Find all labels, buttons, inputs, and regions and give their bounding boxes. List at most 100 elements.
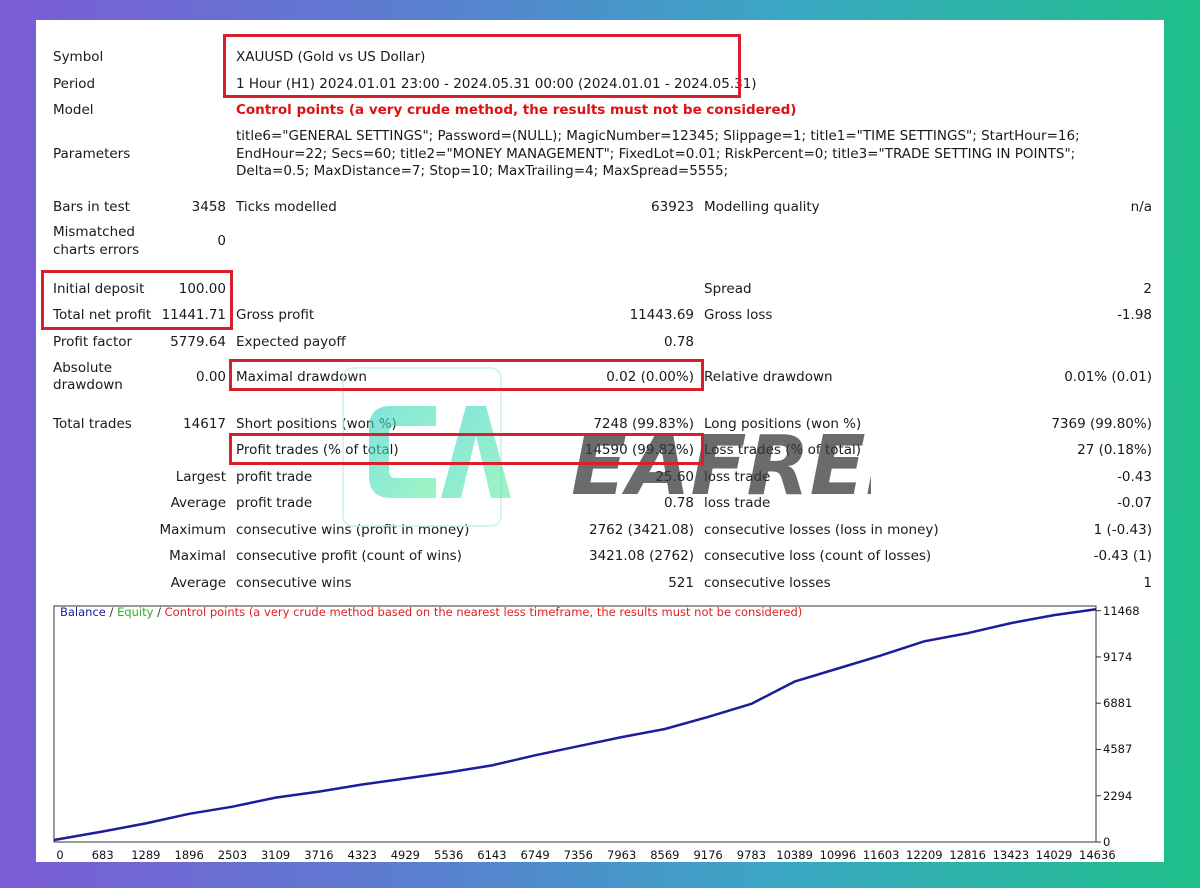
average-consec-wins-value: 521	[668, 575, 694, 591]
maximum-losses-label: consecutive losses (loss in money)	[704, 522, 939, 538]
x-tick-label-21: 12816	[949, 848, 986, 862]
x-tick-label-0: 0	[56, 848, 64, 862]
x-tick-label-11: 6749	[520, 848, 550, 862]
x-tick-label-5: 3109	[260, 848, 291, 862]
x-tick-label-4: 2503	[217, 848, 248, 862]
modelling-quality-label: Modelling quality	[704, 199, 820, 215]
x-tick-label-3: 1896	[174, 848, 204, 862]
long-positions-label: Long positions (won %)	[704, 416, 862, 432]
x-tick-label-1: 683	[91, 848, 114, 862]
total-trades-value: 14617	[183, 416, 226, 432]
ticks-modelled-value: 63923	[651, 199, 694, 215]
absolute-drawdown-value: 0.00	[195, 369, 226, 385]
gross-profit-value: 11443.69	[629, 307, 694, 323]
x-tick-label-19: 11603	[862, 848, 900, 862]
maximum-label: Maximum	[159, 522, 226, 538]
y-tick-label-4: 9174	[1103, 649, 1133, 664]
x-tick-label-12: 7356	[563, 848, 594, 862]
relative-drawdown-value: 0.01% (0.01)	[1064, 369, 1152, 385]
loss-trades-label: Loss trades (% of total)	[704, 442, 862, 458]
largest-loss-label: loss trade	[704, 469, 771, 485]
absolute-drawdown-label-1: Absolute	[53, 360, 113, 376]
average-loss-label: loss trade	[704, 495, 771, 511]
maximal-losses-value: -0.43 (1)	[1093, 548, 1152, 564]
model-value: Control points (a very crude method, the…	[236, 102, 797, 118]
expected-payoff-value: 0.78	[663, 334, 694, 350]
loss-trades-value: 27 (0.18%)	[1077, 442, 1152, 458]
modelling-quality-value: n/a	[1130, 199, 1152, 215]
x-tick-label-10: 6143	[477, 848, 507, 862]
gross-profit-label: Gross profit	[236, 307, 315, 323]
maximal-wins-label: consecutive profit (count of wins)	[236, 548, 462, 564]
spread-value: 2	[1143, 281, 1152, 297]
report-panel: Symbol XAUUSD (Gold vs US Dollar) Period…	[36, 20, 1164, 862]
mismatched-label-1: Mismatched	[53, 224, 136, 240]
legend-equity: Equity	[117, 605, 154, 619]
y-tick-label-5: 11468	[1103, 603, 1140, 618]
average-profit-value: 0.78	[663, 495, 694, 511]
x-tick-label-2: 1289	[131, 848, 161, 862]
total-trades-label: Total trades	[53, 416, 132, 432]
highlight-maximal-drawdown	[229, 359, 704, 391]
average-profit-label: profit trade	[236, 495, 313, 511]
average-consec-wins-label: consecutive wins	[236, 575, 352, 591]
relative-drawdown-label: Relative drawdown	[704, 369, 833, 385]
maximum-wins-value: 2762 (3421.08)	[588, 522, 694, 538]
x-tick-label-17: 10389	[776, 848, 813, 862]
spread-label: Spread	[704, 281, 752, 297]
y-tick-label-2: 4587	[1103, 742, 1133, 757]
bars-in-test-label: Bars in test	[53, 199, 130, 215]
period-label: Period	[53, 76, 96, 92]
ticks-modelled-label: Ticks modelled	[236, 199, 337, 215]
x-tick-label-13: 7963	[607, 848, 637, 862]
x-tick-label-7: 4323	[347, 848, 377, 862]
average-consec-losses-label: consecutive losses	[704, 575, 831, 591]
largest-loss-value: -0.43	[1117, 469, 1152, 485]
absolute-drawdown-label-2: drawdown	[53, 377, 123, 393]
x-tick-label-23: 14029	[1035, 848, 1073, 862]
maximum-losses-value: 1 (-0.43)	[1093, 522, 1152, 538]
expected-payoff-label: Expected payoff	[236, 334, 346, 350]
y-tick-label-1: 2294	[1103, 788, 1133, 803]
average-label: Average	[170, 495, 226, 511]
largest-profit-label: profit trade	[236, 469, 313, 485]
short-positions-value: 7248 (99.83%)	[593, 416, 694, 432]
legend-sep-1: /	[105, 605, 118, 619]
x-tick-label-6: 3716	[304, 848, 334, 862]
x-tick-label-14: 8569	[650, 848, 680, 862]
largest-label: Largest	[175, 469, 226, 485]
symbol-label: Symbol	[53, 49, 104, 65]
maximal-losses-label: consecutive loss (count of losses)	[704, 548, 932, 564]
x-tick-label-20: 12209	[906, 848, 943, 862]
gross-loss-label: Gross loss	[704, 307, 773, 323]
model-label: Model	[53, 102, 94, 118]
profit-factor-value: 5779.64	[170, 334, 226, 350]
profit-factor-label: Profit factor	[53, 334, 133, 350]
maximal-label: Maximal	[169, 548, 226, 564]
maximal-wins-value: 3421.08 (2762)	[588, 548, 694, 564]
y-tick-label-3: 6881	[1103, 696, 1133, 711]
x-tick-label-15: 9176	[693, 848, 723, 862]
long-positions-value: 7369 (99.80%)	[1051, 416, 1152, 432]
legend-sep-2: /	[153, 605, 165, 619]
gross-loss-value: -1.98	[1117, 307, 1152, 323]
legend-control-points: Control points (a very crude method base…	[164, 605, 803, 619]
highlight-symbol-period	[223, 34, 741, 98]
maximum-wins-label: consecutive wins (profit in money)	[236, 522, 470, 538]
y-tick-label-0: 0	[1103, 835, 1111, 849]
largest-profit-value: 25.60	[655, 469, 694, 485]
chart-legend: Balance / Equity / Control points (a ver…	[60, 605, 802, 619]
x-tick-label-16: 9783	[736, 848, 767, 862]
legend-balance: Balance	[60, 605, 106, 619]
mismatched-value: 0	[217, 233, 226, 249]
x-tick-label-18: 10996	[819, 848, 857, 862]
highlight-profit-trades	[229, 433, 704, 465]
balance-chart	[53, 605, 1101, 843]
x-tick-label-8: 4929	[390, 848, 420, 862]
highlight-deposit-net-profit	[41, 270, 233, 330]
mismatched-label-2: charts errors	[53, 242, 140, 258]
parameters-label: Parameters	[53, 146, 131, 162]
x-tick-label-9: 5536	[434, 848, 464, 862]
plot-area	[53, 605, 1097, 843]
average-consec-losses-value: 1	[1143, 575, 1152, 591]
